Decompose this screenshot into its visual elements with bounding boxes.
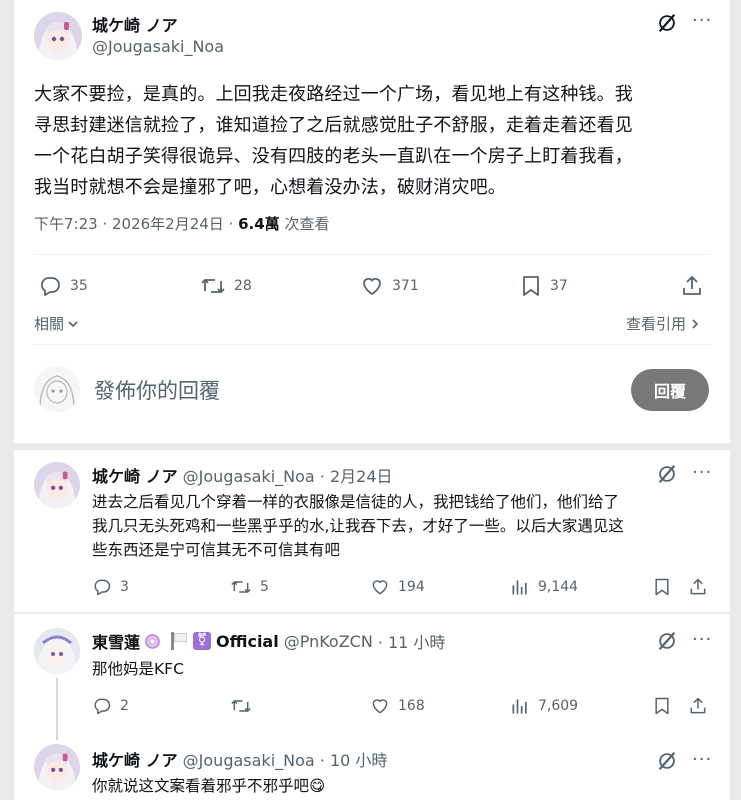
reply-header: 城ケ崎 ノア @Jougasaki_Noa · 2月24日 [92, 463, 393, 487]
bookmark-count: 37 [550, 278, 568, 294]
retweet-count: 5 [260, 579, 269, 595]
reply-time[interactable]: · 10 小時 [320, 751, 388, 770]
grok-icon[interactable] [656, 463, 678, 485]
like-count: 371 [392, 278, 419, 294]
reply-count: 2 [120, 698, 129, 714]
gender-badge-icon: ⚧ [193, 632, 212, 650]
retweet-action[interactable]: 28 [200, 274, 252, 298]
more-icon[interactable]: ··· [692, 12, 712, 30]
author-handle[interactable]: @Jougasaki_Noa [183, 467, 315, 486]
views-count: 7,609 [538, 698, 579, 714]
view-quotes-link[interactable]: 查看引用 [626, 313, 702, 334]
views-count: 9,144 [538, 579, 579, 595]
share-icon [683, 276, 701, 295]
reply-icon [40, 277, 60, 296]
reply-header: 東雪蓮 ⚧ Official @PnKoZCN · 11 小時 [92, 629, 445, 653]
reply-time[interactable]: · 11 小時 [378, 629, 446, 653]
main-post: 城ケ崎 ノア @Jougasaki_Noa ··· 大家不要捡，是真的。上回我走… [14, 0, 730, 443]
bookmark-icon[interactable] [652, 696, 672, 716]
retweet-icon [201, 279, 225, 293]
thread-line [56, 678, 58, 740]
views-icon [512, 699, 527, 714]
share-icon[interactable] [688, 577, 708, 597]
like-icon [363, 277, 381, 295]
avatar[interactable] [34, 628, 80, 674]
flag-icon [171, 632, 188, 650]
post-body-line: 一个花白胡子笑得很诡异、没有四肢的老头一直趴在一个房子上盯着我看， [34, 146, 633, 167]
chevron-down-icon [68, 320, 78, 327]
author-name[interactable]: 城ケ崎 ノア [92, 12, 178, 36]
author-handle[interactable]: @Jougasaki_Noa [183, 751, 315, 770]
bookmark-icon[interactable] [652, 577, 672, 597]
author-name[interactable]: 城ケ崎 ノア [92, 467, 178, 486]
reply-time[interactable]: · 2月24日 [320, 467, 393, 486]
reply-action[interactable]: 2 [92, 696, 129, 716]
grok-icon[interactable] [656, 750, 678, 772]
author-handle[interactable]: @PnKoZCN [284, 632, 373, 651]
views-icon [512, 580, 527, 595]
share-icon[interactable] [688, 696, 708, 716]
bookmark-icon [523, 276, 539, 296]
official-badge: Official [216, 631, 279, 651]
divider [34, 344, 710, 345]
post-timestamp-row: 下午7:23 · 2026年2月24日 · 6.4萬 次查看 [34, 213, 329, 234]
swirl-emoji-icon [145, 633, 161, 649]
like-icon [372, 699, 388, 714]
reply-icon [94, 579, 111, 596]
avatar[interactable] [34, 12, 82, 60]
share-action[interactable] [680, 274, 704, 298]
reply-body-line: 我几只无头死鸡和一些黑乎乎的水,让我吞下去，才好了一些。以后大家遇见这 [92, 517, 624, 535]
retweet-count: 28 [234, 278, 252, 294]
retweet-icon [231, 700, 251, 712]
views-action[interactable]: 9,144 [510, 577, 578, 597]
bookmark-action[interactable]: 37 [520, 274, 568, 298]
author-handle[interactable]: @Jougasaki_Noa [92, 37, 224, 56]
related-toggle[interactable]: 相關 [34, 313, 80, 334]
reply-body-line: 你就说这文案看着邪乎不邪乎吧😋 [92, 777, 326, 795]
post-body-line: 寻思封建迷信就捡了，谁知道捡了之后就感觉肚子不舒服，走着走着还看见 [34, 115, 633, 136]
divider [34, 254, 710, 255]
related-label: 相關 [34, 315, 65, 333]
like-icon [372, 580, 388, 595]
view-quotes-label: 查看引用 [626, 315, 687, 333]
reply-action[interactable]: 35 [38, 274, 88, 298]
like-action[interactable]: 371 [360, 274, 419, 298]
views-label: 次查看 [279, 215, 330, 233]
more-icon[interactable]: ··· [692, 631, 712, 649]
reply-body-line: 些东西还是宁可信其无不可信其有吧 [92, 541, 341, 559]
reply-post[interactable]: 城ケ崎 ノア @Jougasaki_Noa · 2月24日 ··· 进去之后看见… [14, 450, 730, 612]
reply-body-line: 进去之后看见几个穿着一样的衣服像是信徒的人，我把钱给了他们，他们给了 [92, 493, 620, 511]
reply-header: 城ケ崎 ノア @Jougasaki_Noa · 10 小時 [92, 747, 387, 771]
post-timestamp[interactable]: 下午7:23 · 2026年2月24日 · [34, 215, 238, 233]
reply-thread: 東雪蓮 ⚧ Official @PnKoZCN · 11 小時 ··· 那他妈是… [14, 614, 730, 800]
views-action[interactable]: 7,609 [510, 696, 578, 716]
like-count: 194 [398, 579, 425, 595]
like-action[interactable]: 194 [370, 577, 425, 597]
chevron-right-icon [692, 318, 699, 329]
grok-icon[interactable] [656, 12, 678, 34]
retweet-icon [231, 581, 251, 593]
post-body-line: 我当时就想不会是撞邪了吧，心想着没办法，破财消灾吧。 [34, 177, 506, 198]
post-body-line: 大家不要捡，是真的。上回我走夜路经过一个广场，看见地上有这种钱。我 [34, 84, 633, 105]
retweet-action[interactable]: 5 [230, 577, 269, 597]
views-count: 6.4萬 [238, 215, 280, 233]
retweet-action[interactable] [230, 696, 260, 716]
reply-count: 3 [120, 579, 129, 595]
avatar[interactable] [34, 744, 80, 790]
like-count: 168 [398, 698, 425, 714]
more-icon[interactable]: ··· [692, 464, 712, 482]
reply-input[interactable]: 發佈你的回覆 [94, 375, 220, 405]
like-action[interactable]: 168 [370, 696, 425, 716]
reply-body-line: 那他妈是KFC [92, 660, 184, 678]
avatar[interactable] [34, 462, 80, 508]
grok-icon[interactable] [656, 630, 678, 652]
author-name[interactable]: 城ケ崎 ノア [92, 751, 178, 770]
reply-action[interactable]: 3 [92, 577, 129, 597]
current-user-avatar[interactable] [34, 366, 80, 412]
reply-icon [94, 698, 111, 715]
reply-button[interactable]: 回覆 [631, 369, 709, 411]
author-name[interactable]: 東雪蓮 [92, 629, 140, 653]
reply-count: 35 [70, 278, 88, 294]
more-icon[interactable]: ··· [692, 751, 712, 769]
